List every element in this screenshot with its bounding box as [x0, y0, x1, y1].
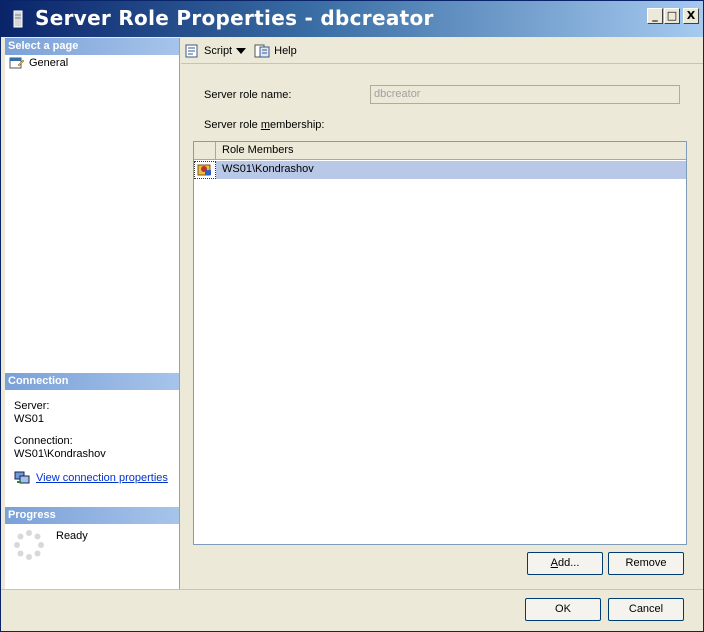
remove-button[interactable]: Remove: [608, 552, 684, 575]
connection-header: Connection: [5, 373, 179, 390]
select-page-header: Select a page: [5, 38, 179, 55]
script-button[interactable]: Script: [184, 44, 247, 58]
page-item-general[interactable]: General: [9, 56, 68, 70]
script-icon: [185, 44, 198, 57]
dialog-button-bar: OK Cancel: [1, 589, 703, 631]
table-row[interactable]: WS01\Kondrashov: [194, 161, 686, 179]
connection-value: WS01\Kondrashov: [14, 448, 106, 460]
help-icon: [254, 44, 270, 57]
grid-select-column-header: [194, 142, 216, 160]
server-icon: [13, 10, 23, 28]
title-bar[interactable]: Server Role Properties - dbcreator _ □ X: [1, 1, 703, 37]
maximize-button[interactable]: □: [664, 8, 680, 24]
grid-header: Role Members: [194, 142, 686, 160]
server-role-properties-window: Server Role Properties - dbcreator _ □ X…: [0, 0, 704, 632]
help-label: Help: [274, 44, 297, 57]
view-connection-properties-link[interactable]: View connection properties: [14, 471, 168, 485]
left-pane: Select a page General Connection Server:…: [5, 38, 180, 589]
close-button[interactable]: X: [683, 8, 699, 24]
progress-header: Progress: [5, 507, 179, 524]
connection-properties-icon: [14, 471, 30, 484]
server-value: WS01: [14, 413, 44, 425]
toolbar: Script Help: [181, 38, 703, 64]
connection-label: Connection:: [14, 435, 73, 447]
window-title: Server Role Properties - dbcreator: [35, 6, 434, 30]
general-page-content: Server role name: dbcreator Server role …: [181, 65, 703, 589]
cancel-button[interactable]: Cancel: [608, 598, 684, 621]
member-name: WS01\Kondrashov: [222, 163, 314, 175]
page-properties-icon: [9, 57, 25, 69]
role-members-column-header[interactable]: Role Members: [222, 144, 294, 156]
server-label: Server:: [14, 400, 50, 412]
page-item-label: General: [29, 57, 69, 69]
server-role-name-field: dbcreator: [370, 85, 680, 104]
role-members-grid[interactable]: Role Members WS01\Kondrashov: [193, 141, 687, 545]
minimize-button[interactable]: _: [647, 8, 663, 24]
chevron-down-icon[interactable]: [236, 47, 247, 54]
server-role-name-label: Server role name:: [204, 89, 292, 101]
progress-area: Ready: [14, 530, 88, 560]
progress-status: Ready: [56, 530, 88, 542]
view-connection-properties-text[interactable]: View connection properties: [36, 472, 168, 484]
help-button[interactable]: Help: [254, 44, 297, 58]
script-label: Script: [204, 44, 233, 57]
member-checkbox[interactable]: [194, 161, 216, 179]
progress-spinner-icon: [14, 530, 44, 560]
ok-button[interactable]: OK: [525, 598, 601, 621]
login-user-icon: [197, 164, 211, 176]
add-button[interactable]: Add...: [527, 552, 603, 575]
server-role-membership-label: Server role membership:: [204, 119, 325, 131]
